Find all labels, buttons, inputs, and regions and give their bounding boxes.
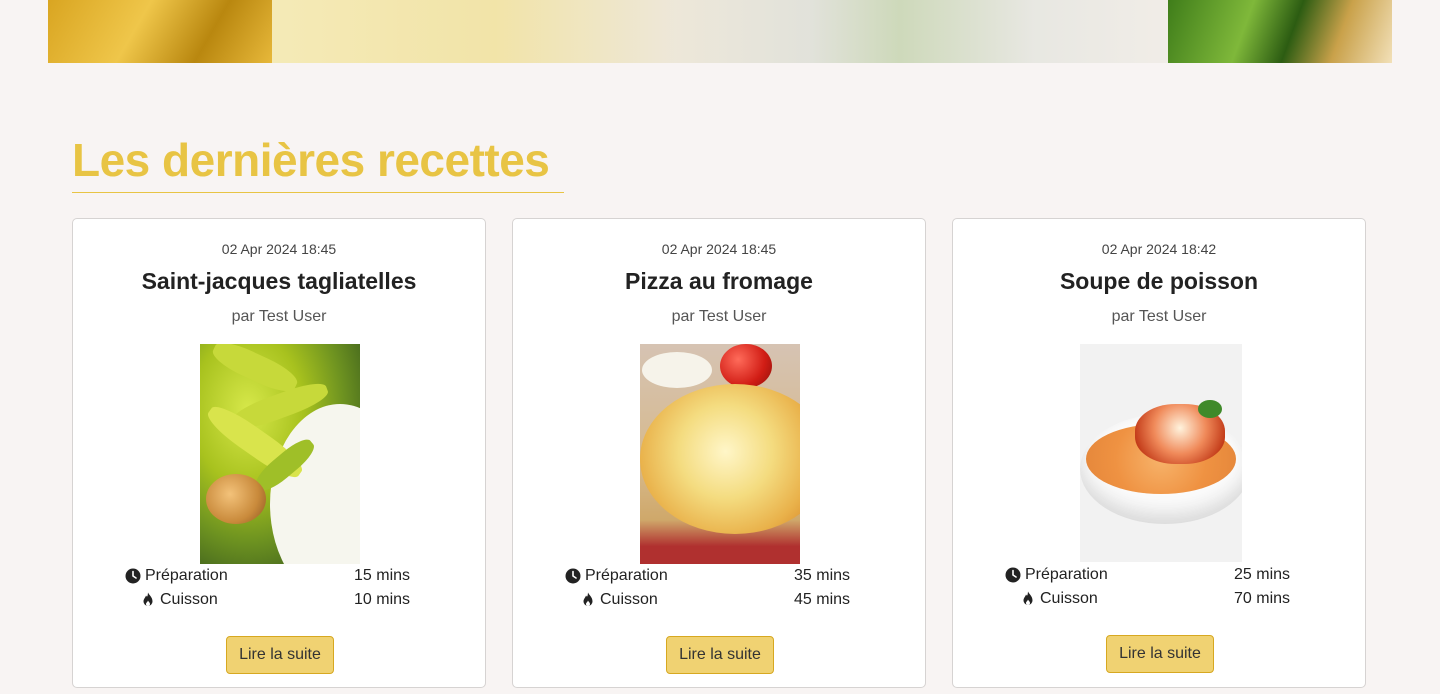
cook-label: Cuisson — [160, 591, 218, 608]
flame-icon — [1023, 591, 1033, 605]
cook-label: Cuisson — [600, 591, 658, 608]
recipe-title[interactable]: Pizza au fromage — [513, 268, 925, 295]
prep-label: Préparation — [1025, 566, 1108, 583]
recipe-card: 02 Apr 2024 18:45 Pizza au fromage par T… — [512, 218, 926, 688]
clock-icon — [125, 568, 141, 584]
cook-time-value: 10 mins — [354, 591, 411, 608]
prep-time-row: Préparation 25 mins — [1005, 566, 1315, 588]
read-more-button[interactable]: Lire la suite — [666, 636, 774, 674]
prep-time-row: Préparation 35 mins — [565, 567, 875, 589]
cook-label: Cuisson — [1040, 590, 1098, 607]
flame-icon — [583, 592, 593, 606]
prep-time-value: 25 mins — [1234, 566, 1291, 583]
recipe-card: 02 Apr 2024 18:42 Soupe de poisson par T… — [952, 218, 1366, 688]
prep-label: Préparation — [145, 567, 228, 584]
recipe-card: 02 Apr 2024 18:45 Saint-jacques tagliate… — [72, 218, 486, 688]
cook-time-row: Cuisson 45 mins — [565, 591, 875, 613]
flame-icon — [143, 592, 153, 606]
prep-time-value: 35 mins — [794, 567, 851, 584]
recipe-date: 02 Apr 2024 18:45 — [661, 241, 777, 257]
cook-time-row: Cuisson 70 mins — [1005, 590, 1315, 612]
recipe-photo[interactable] — [200, 344, 360, 564]
prep-label: Préparation — [585, 567, 668, 584]
recipe-author: par Test User — [231, 308, 327, 325]
recipe-author: par Test User — [1111, 308, 1207, 325]
recipe-title[interactable]: Saint-jacques tagliatelles — [73, 268, 485, 295]
section-title: Les dernières recettes — [72, 134, 564, 193]
clock-icon — [1005, 567, 1021, 583]
cook-time-value: 70 mins — [1234, 590, 1291, 607]
hero-banner — [48, 0, 1392, 63]
recipe-photo[interactable] — [640, 344, 800, 564]
recipe-date: 02 Apr 2024 18:45 — [221, 241, 337, 257]
read-more-button[interactable]: Lire la suite — [1106, 635, 1214, 673]
recipe-photo[interactable] — [1080, 344, 1242, 562]
read-more-button[interactable]: Lire la suite — [226, 636, 334, 674]
recipe-author: par Test User — [671, 308, 767, 325]
hero-image-left — [48, 0, 272, 63]
hero-image-right — [1168, 0, 1392, 63]
prep-time-value: 15 mins — [354, 567, 411, 584]
prep-time-row: Préparation 15 mins — [125, 567, 435, 589]
clock-icon — [565, 568, 581, 584]
cook-time-value: 45 mins — [794, 591, 851, 608]
cook-time-row: Cuisson 10 mins — [125, 591, 435, 613]
recipe-title[interactable]: Soupe de poisson — [953, 268, 1365, 295]
hero-image-center — [272, 0, 1168, 63]
recipe-date: 02 Apr 2024 18:42 — [1101, 241, 1217, 257]
